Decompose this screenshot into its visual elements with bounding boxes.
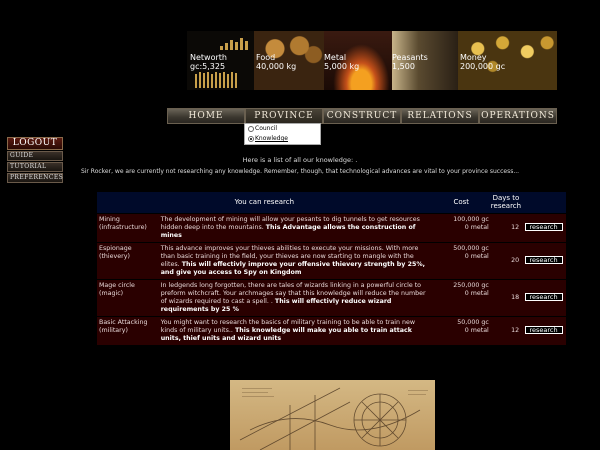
cost-metal: 0 metal: [464, 252, 489, 260]
research-effect: This will effectivly improve your offens…: [160, 260, 426, 276]
resource-name: Metal: [324, 53, 347, 62]
research-days: 18: [490, 278, 522, 316]
resource-value: gc:5,325: [190, 62, 226, 71]
research-category: (infrastructure): [99, 223, 147, 231]
resource-name: Peasants: [392, 53, 428, 62]
research-name-cell: Espionage (thievery): [97, 241, 159, 279]
research-action-cell: research: [521, 315, 566, 345]
cost-metal: 0 metal: [464, 223, 489, 231]
cost-gold: 250,000 gc: [453, 281, 489, 289]
parchment-sketch-image: [230, 380, 435, 450]
research-button[interactable]: research: [524, 223, 563, 231]
header-research: You can research: [97, 192, 432, 213]
table-row: Basic Attacking (military) You might want…: [97, 315, 566, 345]
research-category: (magic): [99, 289, 124, 297]
cost-gold: 100,000 gc: [453, 215, 489, 223]
resource-value: 200,000 gc: [460, 62, 506, 71]
table-row: Mage circle (magic) In ledgends long forg…: [97, 278, 566, 316]
networth-bar-graph-top: [220, 36, 250, 50]
table-header-row: You can research Cost Days to research: [97, 192, 566, 213]
research-name-cell: Basic Attacking (military): [97, 315, 159, 345]
research-name: Mage circle: [99, 281, 135, 289]
resource-value: 5,000 kg: [324, 62, 360, 71]
research-button[interactable]: research: [524, 256, 563, 264]
cost-gold: 50,000 gc: [457, 318, 489, 326]
resource-name: Networth: [190, 53, 227, 62]
radio-icon: [248, 126, 254, 132]
research-name: Mining: [99, 215, 120, 223]
research-name-cell: Mage circle (magic): [97, 278, 159, 316]
nav-province[interactable]: PROVINCE: [245, 108, 323, 124]
nav-construct[interactable]: CONSTRUCT: [323, 108, 401, 124]
radio-selected-icon: [248, 136, 254, 142]
research-name-cell: Mining (infrastructure): [97, 212, 159, 242]
nav-operations[interactable]: OPERATIONS: [479, 108, 557, 124]
research-action-cell: research: [521, 278, 566, 316]
research-desc-cell: You might want to research the basics of…: [158, 315, 432, 345]
money-panel: Money 200,000 gc: [458, 31, 557, 90]
research-desc-cell: In ledgends long forgotten, there are ta…: [158, 278, 432, 316]
dropdown-item-label: Knowledge: [255, 135, 288, 142]
research-category: (military): [99, 326, 128, 334]
header-action: [521, 192, 566, 213]
research-action-cell: research: [521, 212, 566, 242]
dropdown-item-label: Council: [255, 125, 278, 132]
header-days: Days to research: [490, 192, 521, 213]
research-button[interactable]: research: [524, 293, 563, 301]
research-days: 20: [490, 241, 522, 279]
research-table: You can research Cost Days to research M…: [97, 192, 566, 345]
logout-button[interactable]: LOGOUT: [7, 137, 63, 150]
networth-bar-graph-bottom: [195, 72, 253, 88]
food-panel: Food 40,000 kg: [254, 31, 324, 90]
table-row: Espionage (thievery) This advance improve…: [97, 241, 566, 279]
knowledge-intro: Here is a list of all our knowledge: .: [242, 156, 358, 164]
research-cost-cell: 50,000 gc 0 metal: [431, 315, 491, 345]
research-cost-cell: 100,000 gc 0 metal: [431, 212, 491, 242]
research-cost-cell: 500,000 gc 0 metal: [431, 241, 491, 279]
resource-name: Money: [460, 53, 487, 62]
cost-gold: 500,000 gc: [453, 244, 489, 252]
resource-value: 1,500: [392, 62, 415, 71]
resource-name: Food: [256, 53, 276, 62]
table-row: Mining (infrastructure) The development o…: [97, 212, 566, 242]
research-name: Basic Attacking: [99, 318, 148, 326]
resource-banner: Networth gc:5,325 Food 40,000 kg Metal 5…: [187, 31, 557, 90]
research-days: 12: [490, 315, 522, 345]
dropdown-item-knowledge[interactable]: Knowledge: [245, 134, 320, 144]
research-days: 12: [490, 212, 522, 242]
main-nav: HOME PROVINCE CONSTRUCT RELATIONS OPERAT…: [167, 108, 557, 124]
nav-home[interactable]: HOME: [167, 108, 245, 124]
research-button[interactable]: research: [524, 326, 563, 334]
research-desc-cell: The development of mining will allow you…: [158, 212, 432, 242]
research-status: Sir Rocker, we are currently not researc…: [80, 168, 520, 175]
research-name: Espionage: [99, 244, 132, 252]
cost-metal: 0 metal: [464, 326, 489, 334]
siege-engine-sketch-icon: [239, 387, 428, 450]
cost-metal: 0 metal: [464, 289, 489, 297]
metal-panel: Metal 5,000 kg: [324, 31, 392, 90]
page: Networth gc:5,325 Food 40,000 kg Metal 5…: [0, 0, 600, 450]
dropdown-item-council[interactable]: Council: [245, 124, 320, 134]
networth-panel: Networth gc:5,325: [187, 31, 254, 90]
nav-relations[interactable]: RELATIONS: [401, 108, 479, 124]
research-cost-cell: 250,000 gc 0 metal: [431, 278, 491, 316]
research-desc-cell: This advance improves your thieves abili…: [158, 241, 432, 279]
research-action-cell: research: [521, 241, 566, 279]
peasants-panel: Peasants 1,500: [392, 31, 458, 90]
province-dropdown: Council Knowledge: [244, 123, 321, 145]
resource-value: 40,000 kg: [256, 62, 297, 71]
research-category: (thievery): [99, 252, 130, 260]
header-cost: Cost: [431, 192, 491, 213]
